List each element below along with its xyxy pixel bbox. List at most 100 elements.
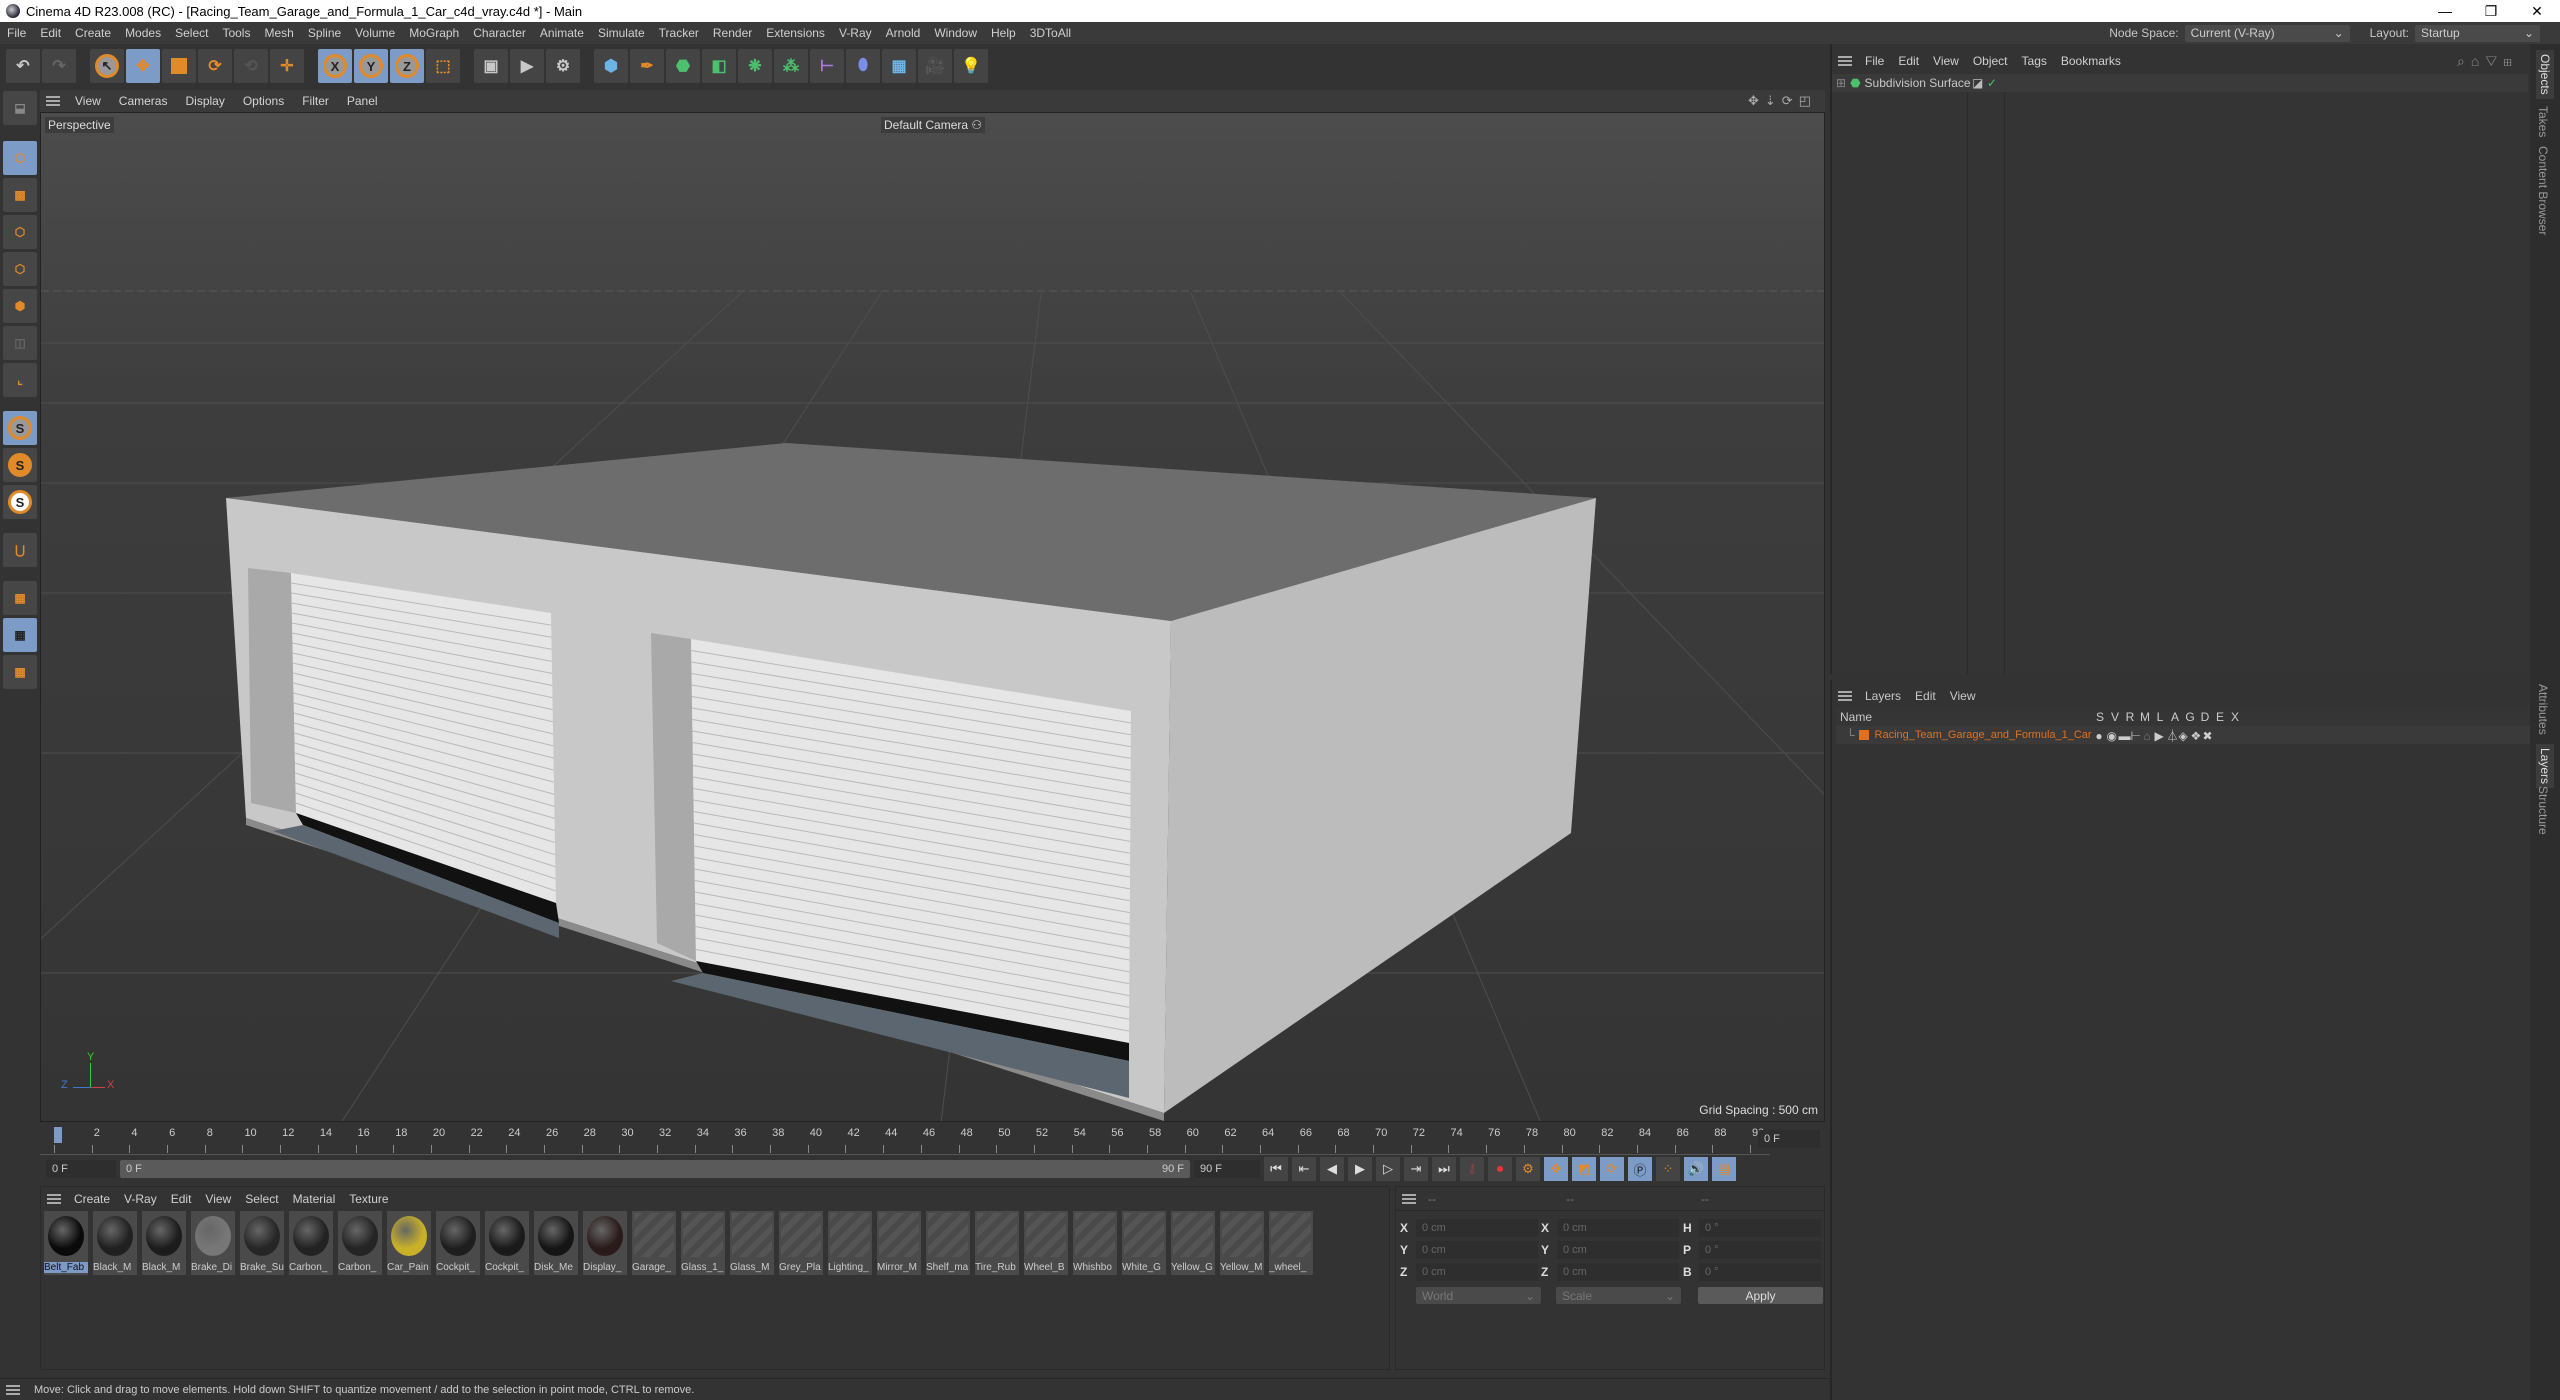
- start-frame-field[interactable]: 0 F: [46, 1160, 116, 1178]
- material-swatch[interactable]: Cockpit_: [485, 1211, 529, 1275]
- hamburger-icon[interactable]: [46, 96, 60, 106]
- lock-icon[interactable]: ⌂: [2143, 729, 2155, 743]
- pen-button[interactable]: ✒: [630, 49, 664, 83]
- render-picture-viewer-button[interactable]: ▶: [510, 49, 544, 83]
- material-swatch[interactable]: Car_Pain: [387, 1211, 431, 1275]
- play-button[interactable]: ▶: [1348, 1157, 1372, 1181]
- size-z-field[interactable]: 0 cm: [1557, 1263, 1679, 1281]
- new-window-icon[interactable]: ⊞: [2503, 53, 2518, 69]
- layer-column-v[interactable]: V: [2109, 710, 2121, 724]
- enabled-check-icon[interactable]: ✓: [1987, 76, 1997, 90]
- uv-mode-button[interactable]: ◫: [3, 326, 37, 360]
- menu-3dtoall[interactable]: 3DToAll: [1023, 26, 1078, 40]
- light-button[interactable]: 💡: [954, 49, 988, 83]
- move-view-icon[interactable]: ✥: [1748, 93, 1765, 108]
- viewport-menu-view[interactable]: View: [66, 94, 110, 108]
- hamburger-icon[interactable]: [1838, 56, 1852, 66]
- recent-tools-button[interactable]: ⟲: [234, 49, 268, 83]
- viewport-menu-cameras[interactable]: Cameras: [110, 94, 177, 108]
- material-swatch[interactable]: Tire_Rub: [975, 1211, 1019, 1275]
- z-axis-lock-button[interactable]: Z: [390, 49, 424, 83]
- menu-arnold[interactable]: Arnold: [879, 26, 928, 40]
- workplane-align-button[interactable]: ▦: [3, 655, 37, 689]
- menu-mesh[interactable]: Mesh: [257, 26, 300, 40]
- rotate-view-icon[interactable]: ⟳: [1782, 93, 1799, 108]
- solo-icon[interactable]: ●: [2095, 729, 2107, 743]
- key-parameter-button[interactable]: Ⓟ: [1628, 1157, 1652, 1181]
- menu-modes[interactable]: Modes: [118, 26, 168, 40]
- menu-tools[interactable]: Tools: [215, 26, 257, 40]
- layer-column-d[interactable]: D: [2199, 710, 2211, 724]
- layer-column-x[interactable]: X: [2229, 710, 2241, 724]
- record-keys-button[interactable]: ⚷: [1460, 1157, 1484, 1181]
- transform-tool-button[interactable]: ✛: [270, 49, 304, 83]
- keyframe-selection-button[interactable]: ⚙: [1516, 1157, 1540, 1181]
- layer-row[interactable]: └ Racing_Team_Garage_and_Formula_1_Car ●…: [1836, 726, 2530, 744]
- lock-workplane-button[interactable]: ▦: [3, 618, 37, 652]
- object-menu-tags[interactable]: Tags: [2015, 54, 2054, 68]
- menu-help[interactable]: Help: [984, 26, 1023, 40]
- go-to-end-button[interactable]: ⏭: [1432, 1157, 1456, 1181]
- material-swatch[interactable]: White_G: [1122, 1211, 1166, 1275]
- pos-y-field[interactable]: 0 cm: [1416, 1241, 1538, 1259]
- toggle-panel-icon[interactable]: ◰: [1799, 93, 1817, 108]
- next-frame-button[interactable]: ▷: [1376, 1157, 1400, 1181]
- previous-frame-button[interactable]: ◀: [1320, 1157, 1344, 1181]
- menu-vray[interactable]: V-Ray: [832, 26, 879, 40]
- object-menu-file[interactable]: File: [1858, 54, 1891, 68]
- key-position-button[interactable]: ✥: [1544, 1157, 1568, 1181]
- snap-workplane-button[interactable]: S: [3, 485, 37, 519]
- render-view-button[interactable]: ▣: [474, 49, 508, 83]
- menu-tracker[interactable]: Tracker: [652, 26, 706, 40]
- deformer-button[interactable]: ⊢: [810, 49, 844, 83]
- material-swatch[interactable]: Black_M: [93, 1211, 137, 1275]
- menu-mograph[interactable]: MoGraph: [402, 26, 466, 40]
- tab-layers[interactable]: Layers: [2536, 744, 2554, 789]
- animation-play-icon[interactable]: ▶: [2155, 729, 2167, 743]
- points-mode-button[interactable]: ⬡: [3, 215, 37, 249]
- material-menu-material[interactable]: Material: [286, 1192, 343, 1206]
- layer-column-r[interactable]: R: [2124, 710, 2136, 724]
- material-swatch[interactable]: Shelf_ma: [926, 1211, 970, 1275]
- material-swatch[interactable]: Yellow_G: [1171, 1211, 1215, 1275]
- menu-edit[interactable]: Edit: [33, 26, 68, 40]
- polygons-mode-button[interactable]: ⬢: [3, 289, 37, 323]
- timeline-ruler[interactable]: 0246810121416182022242628303234363840424…: [40, 1125, 1825, 1155]
- mograph-cloner-button[interactable]: ❋: [738, 49, 772, 83]
- layer-menu-edit[interactable]: Edit: [1908, 689, 1943, 703]
- tab-content-browser[interactable]: Content Browser: [2536, 146, 2550, 235]
- menu-spline[interactable]: Spline: [301, 26, 348, 40]
- rot-h-field[interactable]: 0 °: [1699, 1219, 1821, 1237]
- object-menu-bookmarks[interactable]: Bookmarks: [2054, 54, 2128, 68]
- end-frame-field[interactable]: 90 F: [1194, 1160, 1260, 1178]
- expressions-icon[interactable]: ❖: [2191, 729, 2203, 743]
- redo-button[interactable]: ↷: [42, 49, 76, 83]
- next-key-button[interactable]: ⇥: [1404, 1157, 1428, 1181]
- go-to-start-button[interactable]: ⏮: [1264, 1157, 1288, 1181]
- layer-color-swatch[interactable]: [1858, 730, 1869, 740]
- material-swatch[interactable]: Brake_Su: [240, 1211, 284, 1275]
- view-eye-icon[interactable]: ◉: [2107, 729, 2119, 743]
- menu-file[interactable]: File: [0, 26, 33, 40]
- model-mode-button[interactable]: ⬡: [3, 141, 37, 175]
- apply-button[interactable]: Apply: [1698, 1287, 1823, 1304]
- material-swatch[interactable]: Black_M: [142, 1211, 186, 1275]
- material-swatch[interactable]: Cockpit_: [436, 1211, 480, 1275]
- hamburger-icon[interactable]: [1838, 691, 1852, 701]
- timeline-button[interactable]: ▤: [1712, 1157, 1736, 1181]
- undo-button[interactable]: ↶: [6, 49, 40, 83]
- material-swatch[interactable]: Belt_Fab: [44, 1211, 88, 1275]
- hamburger-icon[interactable]: [1402, 1193, 1416, 1204]
- material-swatch[interactable]: Garage_: [632, 1211, 676, 1275]
- layer-menu-view[interactable]: View: [1943, 689, 1983, 703]
- material-menu-vray[interactable]: V-Ray: [117, 1192, 164, 1206]
- material-swatch[interactable]: Carbon_: [289, 1211, 333, 1275]
- workplane-button[interactable]: ▦: [3, 581, 37, 615]
- autokey-button[interactable]: ⏺: [1488, 1157, 1512, 1181]
- magnet-button[interactable]: ⋃: [3, 533, 37, 567]
- pos-z-field[interactable]: 0 cm: [1416, 1263, 1538, 1281]
- manager-tree-icon[interactable]: ⊢: [2131, 729, 2143, 743]
- key-rotation-button[interactable]: ⟳: [1600, 1157, 1624, 1181]
- menu-select[interactable]: Select: [168, 26, 215, 40]
- visibility-toggle-icon[interactable]: ◪: [1972, 76, 1983, 90]
